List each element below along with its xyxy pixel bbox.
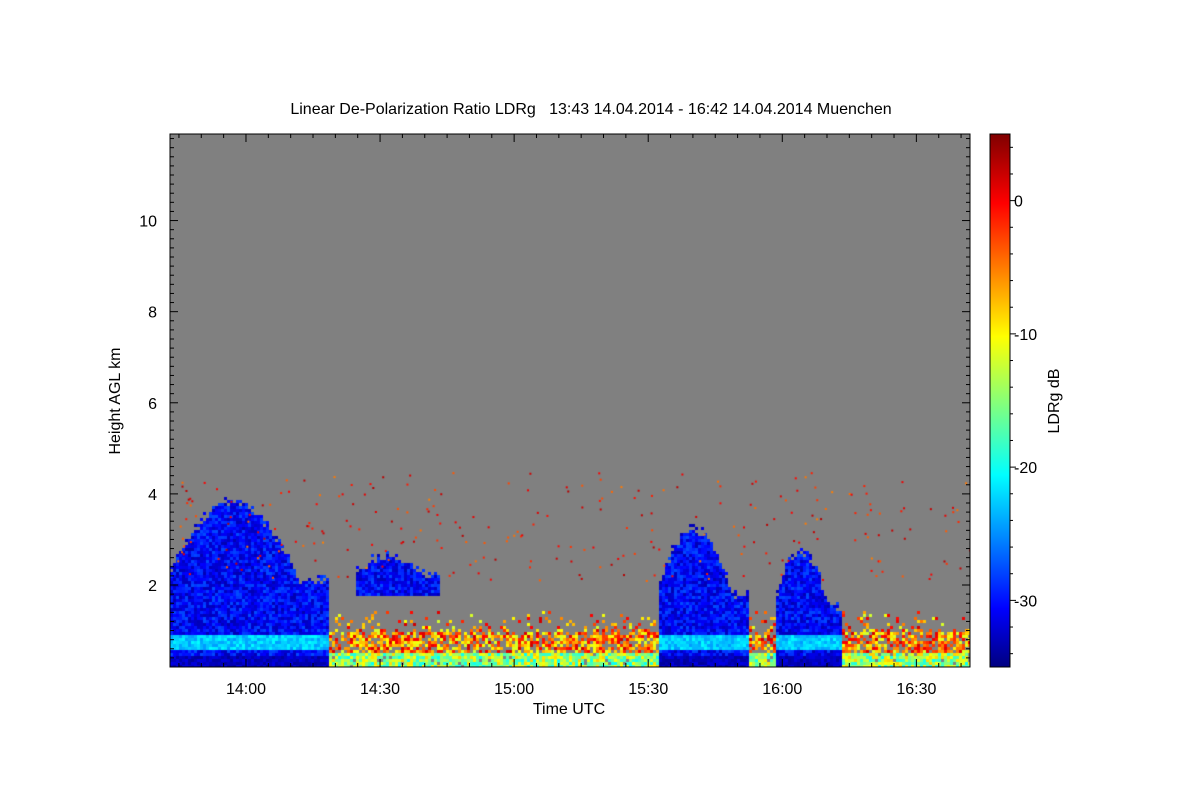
colorbar-ticks: 0 -10 -20 -30 xyxy=(1010,146,1037,655)
x-tick-label: 14:00 xyxy=(226,681,266,698)
colorbar-tick-label: -20 xyxy=(1014,460,1037,477)
colorbar-label: LDRg dB xyxy=(1046,369,1063,434)
x-tick-label: 14:30 xyxy=(360,681,400,698)
ldr-heatmap-cells xyxy=(170,134,970,667)
y-tick-label: 4 xyxy=(148,487,157,504)
y-tick-label: 10 xyxy=(139,214,157,231)
x-tick-label: 16:30 xyxy=(896,681,936,698)
y-axis-label: Height AGL km xyxy=(107,347,124,454)
plot-area xyxy=(169,133,971,668)
x-tick-label: 15:00 xyxy=(494,681,534,698)
x-tick-label: 16:00 xyxy=(762,681,802,698)
colorbar xyxy=(989,133,1011,668)
chart-stage: Linear De-Polarization Ratio LDRg 13:43 … xyxy=(0,0,1200,800)
colorbar-tick-label: 0 xyxy=(1014,194,1023,211)
chart-title: Linear De-Polarization Ratio LDRg 13:43 … xyxy=(290,101,891,118)
x-axis-label: Time UTC xyxy=(533,701,605,718)
ldr-chart: Linear De-Polarization Ratio LDRg 13:43 … xyxy=(107,101,1063,718)
colorbar-tick-label: -30 xyxy=(1014,593,1037,610)
y-tick-label: 2 xyxy=(148,578,157,595)
y-tick-label: 8 xyxy=(148,305,157,322)
y-tick-label: 6 xyxy=(148,396,157,413)
colorbar-tick-label: -10 xyxy=(1014,327,1037,344)
x-tick-label: 15:30 xyxy=(628,681,668,698)
